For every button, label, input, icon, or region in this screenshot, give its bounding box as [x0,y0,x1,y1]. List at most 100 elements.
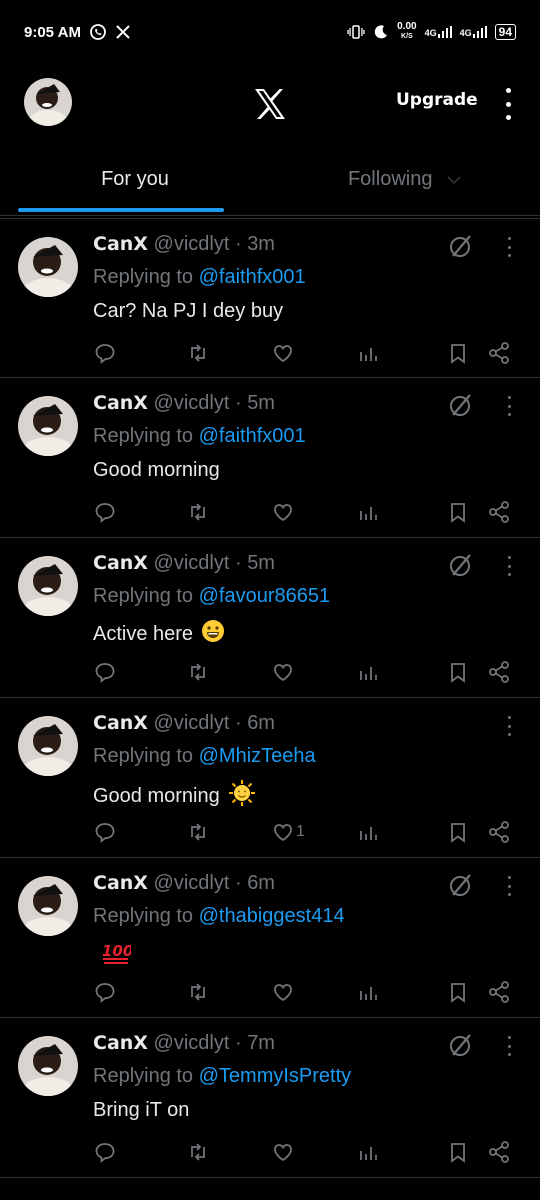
share-button[interactable] [487,1140,511,1164]
display-name[interactable]: CanX [93,712,148,734]
grok-icon[interactable] [448,392,474,418]
mention-link[interactable]: @MhizTeeha [199,745,316,767]
tweet-text: Bring iT on [93,1099,189,1122]
reply-button[interactable] [94,820,116,844]
share-button[interactable] [487,341,511,365]
like-button[interactable]: 1 [272,820,305,844]
avatar[interactable] [18,1036,78,1096]
mention-link[interactable]: @faithfx001 [199,266,306,288]
profile-avatar[interactable] [24,78,72,126]
tweet[interactable]: CanX @vicdlyt · 6m Replying to @thabigge… [0,858,540,1018]
timestamp[interactable]: 6m [247,872,275,894]
views-button[interactable] [358,1140,380,1164]
like-icon [274,664,292,682]
tweet-more-icon[interactable] [506,237,512,257]
grok-icon[interactable] [448,233,474,259]
tab-for-you[interactable]: For you [0,144,270,215]
views-button[interactable] [358,980,380,1004]
tweet-more-icon[interactable] [506,716,512,736]
retweet-button[interactable] [187,500,209,524]
tweet[interactable]: CanX @vicdlyt · 3m Replying to @faithfx0… [0,218,540,378]
x-logo-icon[interactable] [250,84,290,124]
display-name[interactable]: CanX [93,1032,148,1054]
grok-icon[interactable] [448,872,474,898]
tweet-partial[interactable] [0,1178,540,1200]
timestamp[interactable]: 5m [247,392,275,414]
display-name[interactable]: CanX [93,392,148,414]
timestamp[interactable]: 6m [247,712,275,734]
reply-button[interactable] [94,980,116,1004]
bookmark-button[interactable] [447,980,469,1004]
mention-link[interactable]: @favour86651 [199,585,331,607]
display-name[interactable]: CanX [93,233,148,255]
avatar[interactable] [18,237,78,297]
reply-icon [95,823,115,843]
share-button[interactable] [487,500,511,524]
retweet-button[interactable] [187,341,209,365]
timestamp[interactable]: 7m [247,1032,275,1054]
like-button[interactable] [272,980,296,1004]
tweet[interactable]: CanX @vicdlyt · 6m Replying to @MhizTeeh… [0,698,540,858]
bookmark-button[interactable] [447,820,469,844]
tweet-more-icon[interactable] [506,556,512,576]
views-button[interactable] [358,500,380,524]
like-button[interactable] [272,500,296,524]
upgrade-button[interactable]: Upgrade [396,90,478,110]
tweet-more-icon[interactable] [506,396,512,416]
like-button[interactable] [272,660,296,684]
mention-link[interactable]: @TemmyIsPretty [199,1065,352,1087]
tweet-more-icon[interactable] [506,1036,512,1056]
display-name[interactable]: CanX [93,872,148,894]
display-name[interactable]: CanX [93,552,148,574]
replying-to-label: Replying to [93,905,194,927]
share-icon [489,661,509,683]
tab-following[interactable]: Following [270,144,540,215]
grok-icon[interactable] [448,552,474,578]
retweet-button[interactable] [187,980,209,1004]
reply-button[interactable] [94,660,116,684]
share-button[interactable] [487,820,511,844]
avatar[interactable] [18,876,78,936]
reply-button[interactable] [94,341,116,365]
mention-link[interactable]: @faithfx001 [199,425,306,447]
views-button[interactable] [358,820,380,844]
bookmark-button[interactable] [447,660,469,684]
reply-button[interactable] [94,1140,116,1164]
retweet-button[interactable] [187,660,209,684]
handle[interactable]: @vicdlyt [154,392,230,414]
handle[interactable]: @vicdlyt [154,552,230,574]
avatar[interactable] [18,716,78,776]
share-button[interactable] [487,660,511,684]
replying-to: Replying to @thabiggest414 [93,905,345,928]
like-button[interactable] [272,1140,296,1164]
like-button[interactable] [272,341,296,365]
timestamp[interactable]: 5m [247,552,275,574]
status-bar: 9:05 AM 0.00 K/S 4G 4G 94 [0,0,540,64]
handle[interactable]: @vicdlyt [154,233,230,255]
avatar[interactable] [18,396,78,456]
tweet[interactable]: CanX @vicdlyt · 5m Replying to @faithfx0… [0,378,540,538]
bookmark-button[interactable] [447,341,469,365]
grok-icon[interactable] [448,1032,474,1058]
tweet[interactable]: CanX @vicdlyt · 7m Replying to @TemmyIsP… [0,1018,540,1178]
views-button[interactable] [358,341,380,365]
avatar[interactable] [18,556,78,616]
retweet-button[interactable] [187,1140,209,1164]
handle[interactable]: @vicdlyt [154,712,230,734]
tweet[interactable]: CanX @vicdlyt · 5m Replying to @favour86… [0,538,540,698]
tweet-actions [0,660,540,684]
handle[interactable]: @vicdlyt [154,1032,230,1054]
tweet-more-icon[interactable] [506,876,512,896]
reply-button[interactable] [94,500,116,524]
views-icon [360,667,377,680]
share-button[interactable] [487,980,511,1004]
timestamp[interactable]: 3m [247,233,275,255]
bookmark-button[interactable] [447,1140,469,1164]
mention-link[interactable]: @thabiggest414 [199,905,345,927]
separator: · [234,872,242,894]
handle[interactable]: @vicdlyt [154,872,230,894]
more-options-icon[interactable] [498,84,518,124]
retweet-button[interactable] [187,820,209,844]
views-button[interactable] [358,660,380,684]
bookmark-button[interactable] [447,500,469,524]
